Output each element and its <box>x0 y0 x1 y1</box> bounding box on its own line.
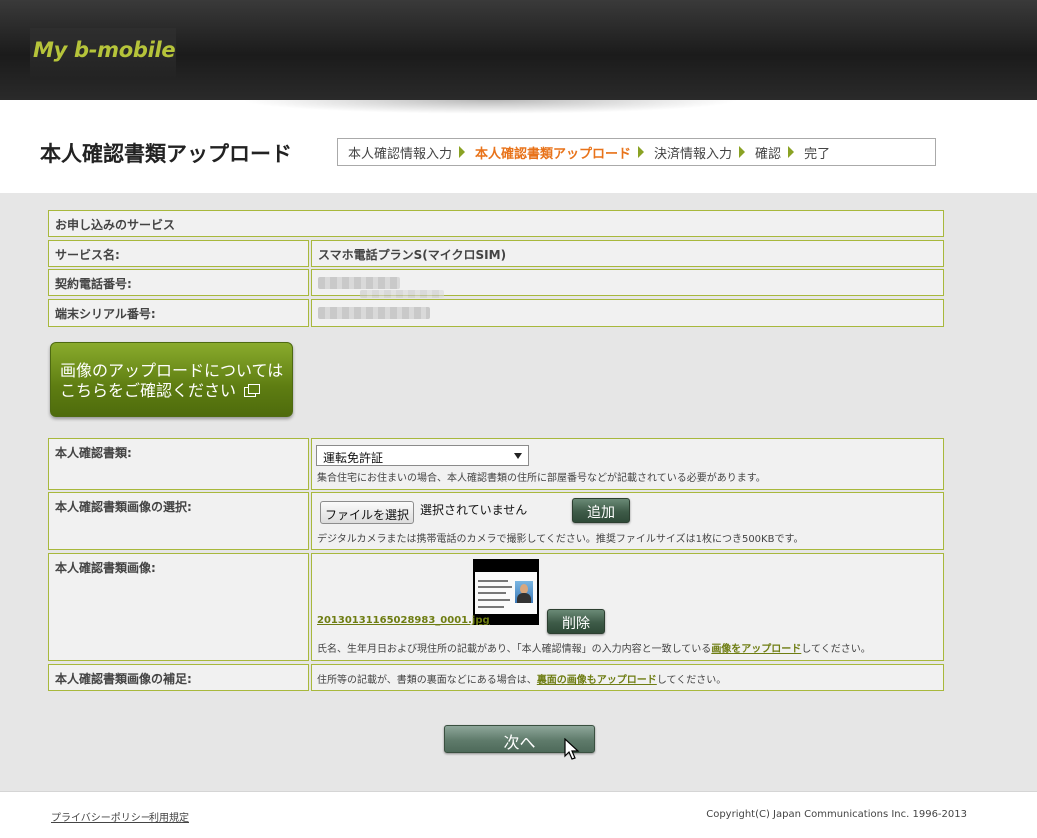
site-footer: プライバシーポリシー 利用規定 Copyright(C) Japan Commu… <box>0 791 1037 838</box>
upload-back-side-link[interactable]: 裏面の画像もアップロード <box>537 675 657 686</box>
upload-guide-line1: 画像のアップロードについては <box>60 361 284 380</box>
upload-guide-button[interactable]: 画像のアップロードについては こちらをご確認ください <box>50 342 293 417</box>
service-name-value: スマホ電話プランS(マイクロSIM) <box>311 240 944 267</box>
phone-number-label: 契約電話番号: <box>48 269 309 296</box>
logo-text: My b-mobile <box>33 38 176 62</box>
terms-link[interactable]: 利用規定 <box>149 809 189 824</box>
doc-type-note: 集合住宅にお住まいの場合、本人確認書類の住所に部屋番号などが記載されている必要が… <box>317 473 766 484</box>
step-arrow-icon <box>788 146 795 158</box>
uploaded-image-label: 本人確認書類画像: <box>48 553 309 661</box>
step-4: 確認 <box>755 146 782 162</box>
mouse-cursor-icon <box>564 738 580 760</box>
step-arrow-icon <box>739 146 746 158</box>
supplement-note: 住所等の記載が、書類の裏面などにある場合は、裏面の画像もアップロードしてください… <box>317 675 727 686</box>
select-image-note: デジタルカメラまたは携帯電話のカメラで撮影してください。推奨ファイルサイズは1枚… <box>317 534 804 545</box>
step-1: 本人確認情報入力 <box>348 146 453 162</box>
doc-type-selected: 運転免許証 <box>323 451 384 465</box>
upload-guide-line2: こちらをご確認ください <box>60 381 237 400</box>
site-header: My b-mobile <box>0 0 1037 100</box>
add-image-button[interactable]: 追加 <box>572 498 630 523</box>
step-arrow-icon <box>459 146 466 158</box>
doc-type-select[interactable]: 運転免許証 <box>316 445 529 466</box>
step-arrow-icon <box>638 146 645 158</box>
site-logo[interactable]: My b-mobile <box>30 28 176 78</box>
choose-file-button[interactable]: ファイルを選択 <box>320 501 414 524</box>
progress-steps: 本人確認情報入力 本人確認書類アップロード 決済情報入力 確認 完了 <box>337 138 936 166</box>
step-5: 完了 <box>804 146 831 162</box>
copyright-text: Copyright(C) Japan Communications Inc. 1… <box>706 809 967 820</box>
file-status-text: 選択されていません <box>420 503 528 517</box>
thumbnail-photo <box>515 581 533 603</box>
service-name-label: サービス名: <box>48 240 309 267</box>
doc-type-label: 本人確認書類: <box>48 438 309 490</box>
upload-image-link[interactable]: 画像をアップロード <box>711 644 801 655</box>
thumbnail-document <box>475 572 537 614</box>
uploaded-filename-link[interactable]: 20130131165028983_0001.jpg <box>317 615 490 626</box>
redacted-phone-number <box>318 277 400 289</box>
header-shadow <box>240 100 740 114</box>
dropdown-arrow-icon <box>514 453 522 459</box>
external-window-icon <box>244 384 261 397</box>
redacted-serial-number <box>318 307 430 319</box>
service-heading: お申し込みのサービス <box>48 210 944 237</box>
title-band: 本人確認書類アップロード 本人確認情報入力 本人確認書類アップロード 決済情報入… <box>0 100 1037 193</box>
step-3: 決済情報入力 <box>654 146 733 162</box>
delete-image-button[interactable]: 削除 <box>547 609 605 634</box>
page-title: 本人確認書類アップロード <box>40 142 292 166</box>
supplement-label: 本人確認書類画像の補足: <box>48 664 309 691</box>
uploaded-image-note: 氏名、生年月日および現住所の記載があり、「本人確認情報」の入力内容と一致している… <box>317 644 871 655</box>
privacy-policy-link[interactable]: プライバシーポリシー <box>51 809 151 824</box>
serial-number-label: 端末シリアル番号: <box>48 299 309 327</box>
select-image-label: 本人確認書類画像の選択: <box>48 492 309 550</box>
redacted-overlay <box>360 290 444 298</box>
step-2-active: 本人確認書類アップロード <box>475 146 632 162</box>
